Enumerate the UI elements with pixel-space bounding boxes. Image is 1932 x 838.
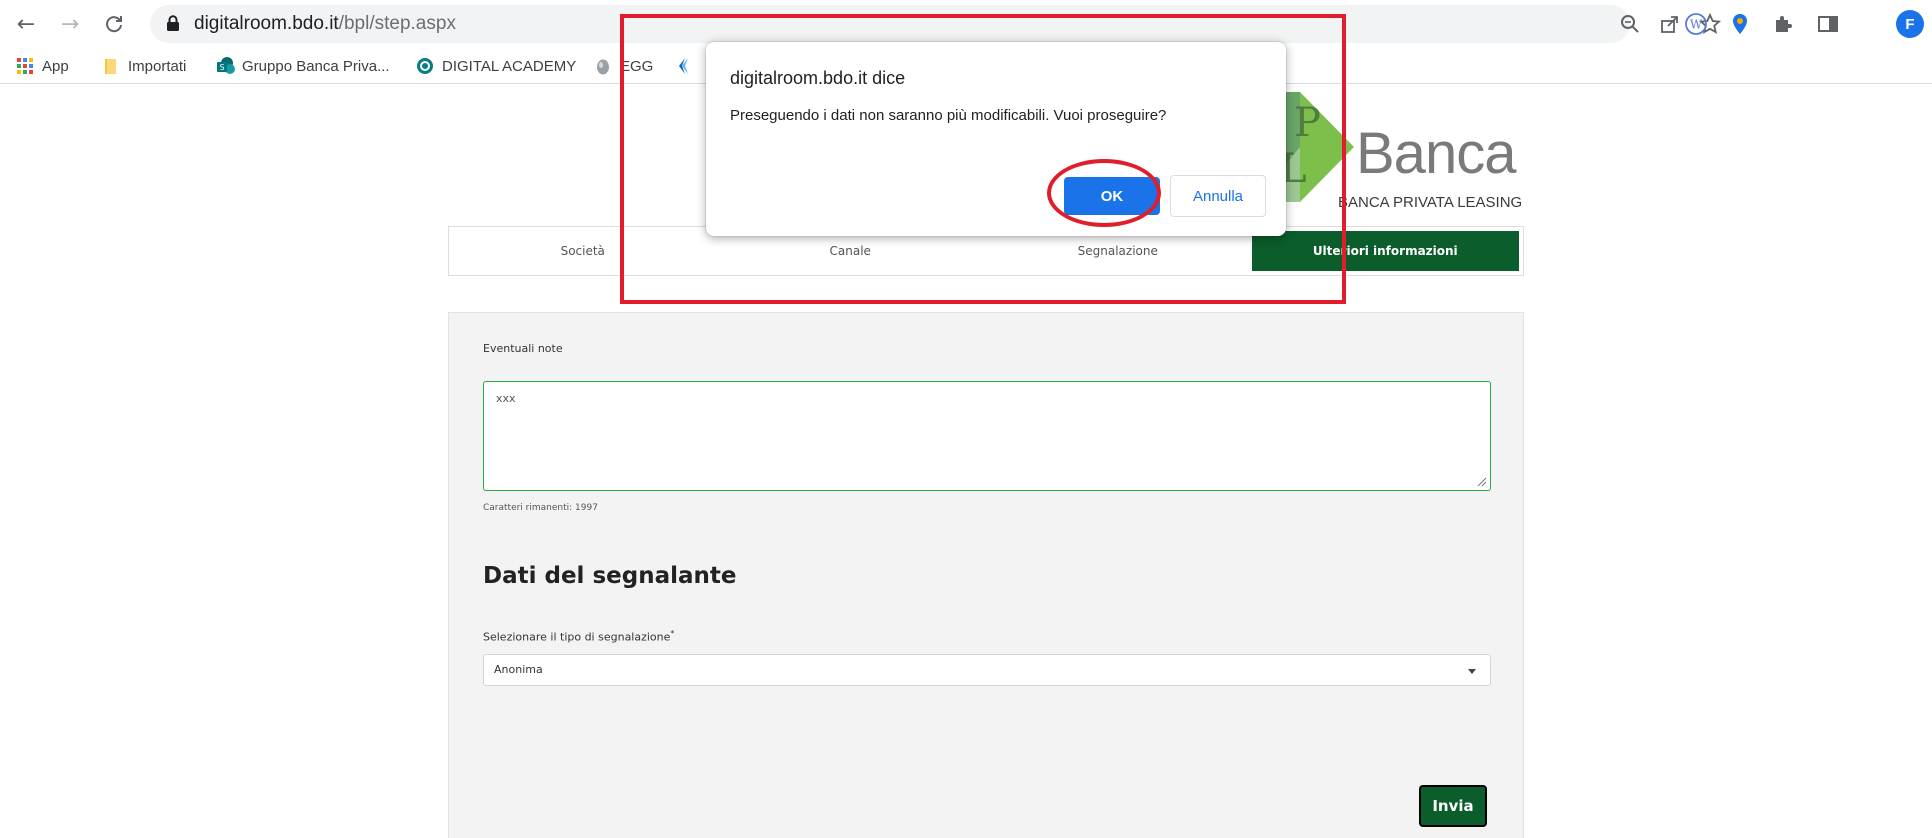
- back-arrow-icon[interactable]: ←: [10, 8, 42, 40]
- report-type-select[interactable]: Anonima: [483, 654, 1491, 686]
- remaining-characters: Caratteri rimanenti: 1997: [483, 503, 598, 513]
- share-icon[interactable]: [1658, 12, 1682, 36]
- bookmark-label: App: [42, 57, 69, 75]
- bookmark-partial[interactable]: [676, 54, 694, 78]
- bookmark-egg[interactable]: EGG: [594, 54, 653, 78]
- svg-text:W: W: [1690, 18, 1703, 32]
- forward-arrow-icon[interactable]: →: [54, 8, 86, 40]
- wordpress-extension-icon[interactable]: W: [1682, 10, 1710, 38]
- confirm-dialog: digitalroom.bdo.it dice Preseguendo i da…: [706, 42, 1286, 236]
- bookmark-label: Importati: [128, 57, 187, 75]
- select-value: Anonima: [494, 663, 543, 676]
- dialog-message: Preseguendo i dati non saranno più modif…: [730, 107, 1167, 124]
- svg-text:P: P: [1294, 100, 1321, 146]
- location-pin-extension-icon[interactable]: [1726, 10, 1754, 38]
- bookmark-label: EGG: [620, 57, 654, 75]
- form-panel: Eventuali note xxx Caratteri rimanenti: …: [448, 312, 1524, 838]
- bookmark-importati[interactable]: Importati: [102, 54, 186, 78]
- select-label: Selezionare il tipo di segnalazione*: [483, 629, 675, 644]
- submit-button[interactable]: Invia: [1419, 785, 1487, 827]
- bookmark-app[interactable]: App: [16, 54, 69, 78]
- apps-grid-icon: [16, 57, 34, 75]
- sharepoint-icon: S: [216, 57, 235, 75]
- ok-button[interactable]: OK: [1064, 177, 1160, 215]
- profile-avatar[interactable]: F: [1896, 10, 1924, 38]
- step-ulteriori-informazioni[interactable]: Ulteriori informazioni: [1251, 231, 1519, 271]
- chevron-down-icon: [1468, 669, 1476, 674]
- cancel-button[interactable]: Annulla: [1170, 175, 1266, 217]
- required-mark: *: [670, 629, 675, 638]
- url-text: digitalroom.bdo.it/bpl/step.aspx: [194, 13, 456, 34]
- notes-value: xxx: [496, 392, 516, 405]
- notes-label: Eventuali note: [483, 342, 563, 355]
- zoom-icon[interactable]: [1618, 12, 1642, 36]
- bookmark-gruppo-banca[interactable]: S Gruppo Banca Priva...: [216, 54, 390, 78]
- section-title: Dati del segnalante: [483, 563, 737, 589]
- bookmark-label: Gruppo Banca Priva...: [242, 57, 390, 75]
- bookmark-digital-academy[interactable]: DIGITAL ACADEMY: [416, 54, 576, 78]
- lock-icon: [166, 15, 180, 36]
- logo-subtitle: BANCA PRIVATA LEASING: [1338, 194, 1523, 211]
- reload-icon[interactable]: [98, 8, 130, 40]
- svg-text:S: S: [219, 63, 224, 72]
- resize-handle-icon[interactable]: [1476, 476, 1486, 486]
- step-societa[interactable]: Società: [449, 227, 717, 275]
- extensions-puzzle-icon[interactable]: [1770, 10, 1798, 38]
- logo-word: Banca: [1356, 121, 1516, 186]
- folder-icon: [102, 57, 120, 75]
- banca-privata-leasing-logo: P L Banca BANCA PRIVATA LEASING: [1262, 92, 1526, 211]
- academy-icon: [416, 57, 434, 75]
- notes-textarea[interactable]: xxx: [483, 381, 1491, 491]
- address-bar[interactable]: digitalroom.bdo.it/bpl/step.aspx: [150, 5, 1721, 43]
- browser-toolbar: ← → digitalroom.bdo.it/bpl/step.aspx W F: [0, 0, 1932, 48]
- egg-icon: [594, 57, 612, 75]
- bookmark-label: DIGITAL ACADEMY: [442, 57, 577, 75]
- side-panel-icon[interactable]: [1814, 10, 1842, 38]
- bookmark-favicon-icon: [676, 57, 694, 75]
- dialog-title: digitalroom.bdo.it dice: [730, 68, 906, 88]
